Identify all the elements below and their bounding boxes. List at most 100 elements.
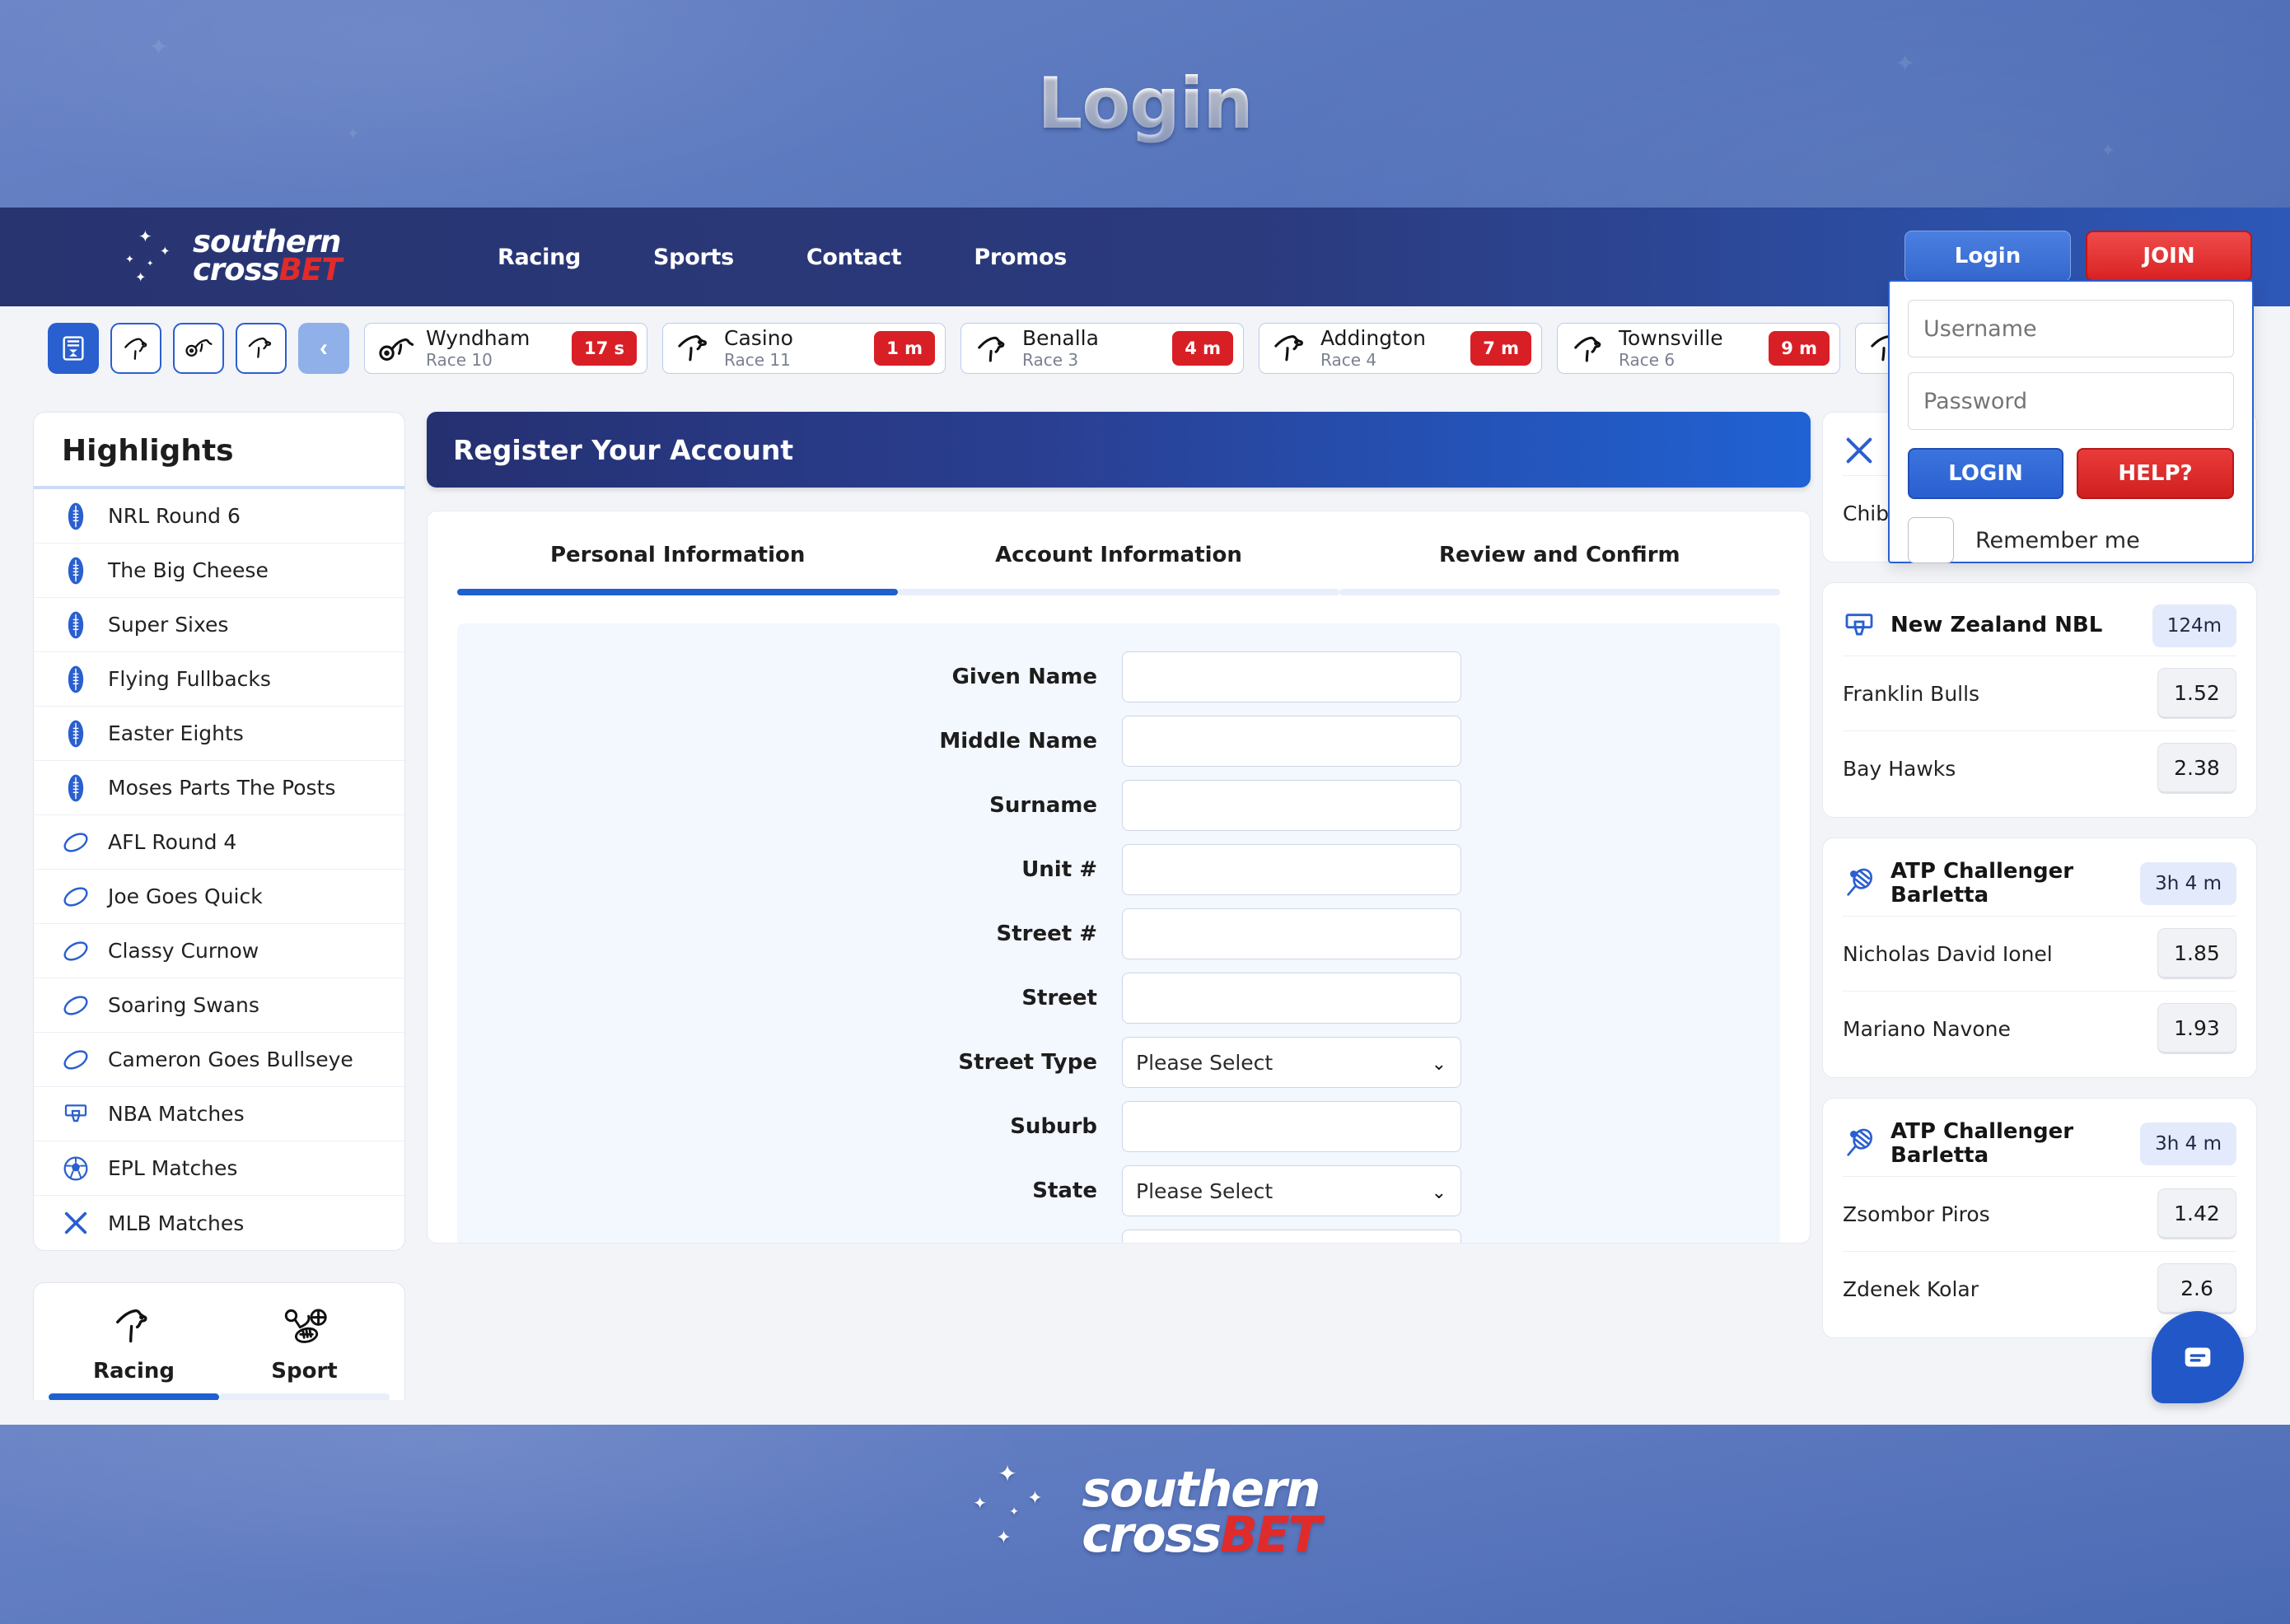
field-label: Middle Name [939, 729, 1097, 754]
highlights-item[interactable]: Flying Fullbacks [34, 652, 404, 707]
odds-card-time: 3h 4 m [2140, 862, 2236, 906]
nav-item-contact[interactable]: Contact [770, 245, 938, 270]
remember-me-checkbox[interactable] [1908, 517, 1954, 563]
race-countdown-badge: 7 m [1470, 331, 1531, 366]
highlights-item[interactable]: MLB Matches [34, 1196, 404, 1250]
sidebar-tab-sport[interactable]: Sport [219, 1301, 390, 1401]
nrl-ball-icon [62, 611, 90, 639]
southern-cross-stars-icon: ✦ ✦ ✦ ✦ ✦ [973, 1461, 1043, 1547]
unit-number-input[interactable] [1122, 844, 1461, 895]
nrl-ball-icon [62, 720, 90, 748]
state-select[interactable]: Please Select [1122, 1165, 1461, 1216]
harness-racing-filter-button[interactable] [173, 323, 224, 374]
odds-price-button[interactable]: 2.38 [2157, 743, 2236, 794]
sidebar-tabs-card: Racing Sport [33, 1282, 405, 1410]
field-row-street-number: Street # [457, 908, 1780, 959]
odds-price-button[interactable]: 2.6 [2157, 1263, 2236, 1315]
highlights-card: Highlights NRL Round 6 The Big Cheese Su… [33, 412, 405, 1251]
race-card[interactable]: Wyndham Race 10 17 s [364, 323, 647, 374]
race-venue: Townsville [1619, 326, 1723, 351]
field-row-suburb: Suburb [457, 1101, 1780, 1152]
horse-head-icon [49, 1301, 219, 1352]
highlights-item[interactable]: Cameron Goes Bullseye [34, 1033, 404, 1087]
highlights-item[interactable]: The Big Cheese [34, 544, 404, 598]
field-label: Street Type [958, 1050, 1097, 1075]
racebook-icon [63, 336, 84, 361]
highlights-item-label: Flying Fullbacks [108, 667, 271, 691]
odds-price-button[interactable]: 1.85 [2157, 928, 2236, 980]
surname-input[interactable] [1122, 780, 1461, 831]
highlights-item[interactable]: Moses Parts The Posts [34, 761, 404, 815]
highlights-item[interactable]: NBA Matches [34, 1087, 404, 1141]
odds-row: Bay Hawks 2.38 [1843, 730, 2236, 805]
login-dropdown-panel: LOGIN HELP? Remember me [1888, 280, 2254, 563]
odds-price-button[interactable]: 1.42 [2157, 1188, 2236, 1240]
step-account-information[interactable]: Account Information [898, 543, 1339, 595]
highlights-item-label: Cameron Goes Bullseye [108, 1048, 353, 1071]
chat-support-button[interactable] [2152, 1311, 2244, 1403]
highlights-item[interactable]: Super Sixes [34, 598, 404, 652]
highlights-item[interactable]: Soaring Swans [34, 978, 404, 1033]
field-row-unit-number: Unit # [457, 844, 1780, 895]
middle-name-input[interactable] [1122, 716, 1461, 767]
password-input[interactable] [1908, 372, 2234, 430]
field-row-given-name: Given Name [457, 651, 1780, 702]
tennis-racquet-icon [1843, 867, 1876, 900]
afl-ball-icon [62, 883, 90, 911]
afl-ball-icon [62, 828, 90, 856]
given-name-input[interactable] [1122, 651, 1461, 702]
nav-item-sports[interactable]: Sports [617, 245, 770, 270]
header-join-button[interactable]: JOIN [2086, 231, 2252, 282]
street-input[interactable] [1122, 973, 1461, 1024]
postcode-input[interactable] [1122, 1230, 1461, 1243]
highlights-item[interactable]: Easter Eights [34, 707, 404, 761]
step-personal-information[interactable]: Personal Information [457, 543, 899, 595]
odds-card-title: ATP Challenger Barletta [1890, 859, 2074, 908]
highlights-item[interactable]: AFL Round 4 [34, 815, 404, 870]
site-footer: ✦ ✦ ✦ ✦ ✦ southern crossBET [0, 1425, 2290, 1624]
site-logo[interactable]: ✦ ✦ ✦ ✦ ✦ southern crossBET [124, 226, 342, 285]
highlights-item[interactable]: Classy Curnow [34, 924, 404, 978]
login-popup-buttons: LOGIN HELP? [1908, 448, 2234, 499]
register-form: Given Name Middle Name Surname Unit # St… [457, 623, 1780, 1243]
suburb-input[interactable] [1122, 1101, 1461, 1152]
odds-price-button[interactable]: 1.93 [2157, 1003, 2236, 1055]
help-button[interactable]: HELP? [2077, 448, 2234, 499]
race-strip-prev-button[interactable]: ‹ [298, 323, 349, 374]
nav-item-promos[interactable]: Promos [937, 245, 1103, 270]
odds-row: Franklin Bulls 1.52 [1843, 656, 2236, 730]
nav-item-racing[interactable]: Racing [461, 245, 617, 270]
race-number: Race 3 [1022, 349, 1079, 370]
chat-bubble-icon [2185, 1347, 2211, 1367]
step-review-and-confirm[interactable]: Review and Confirm [1339, 543, 1780, 595]
highlights-item[interactable]: EPL Matches [34, 1141, 404, 1196]
sidebar-tab-racing[interactable]: Racing [49, 1301, 219, 1401]
race-number: Race 10 [426, 349, 493, 370]
race-venue: Addington [1320, 326, 1427, 351]
greyhound-filter-button[interactable] [236, 323, 287, 374]
racebook-icon-button[interactable] [48, 323, 99, 374]
street-number-input[interactable] [1122, 908, 1461, 959]
horse-racing-filter-button[interactable] [110, 323, 161, 374]
decorative-star: ✦ [148, 34, 170, 61]
odds-price-button[interactable]: 1.52 [2157, 668, 2236, 719]
highlights-item[interactable]: Joe Goes Quick [34, 870, 404, 924]
highlights-item[interactable]: NRL Round 6 [34, 489, 404, 544]
race-card[interactable]: Casino Race 11 1 m [662, 323, 946, 374]
footer-logo[interactable]: ✦ ✦ ✦ ✦ ✦ southern crossBET [0, 1459, 2290, 1566]
street-type-select[interactable]: Please Select [1122, 1037, 1461, 1088]
header-login-button[interactable]: Login [1904, 231, 2071, 282]
field-row-postcode: Postcode [457, 1230, 1780, 1243]
race-card[interactable]: Addington Race 4 7 m [1259, 323, 1542, 374]
login-submit-button[interactable]: LOGIN [1908, 448, 2064, 499]
race-countdown-badge: 4 m [1172, 331, 1233, 366]
race-card[interactable]: Benalla Race 3 4 m [960, 323, 1244, 374]
odds-runner-name: Franklin Bulls [1843, 681, 1980, 706]
race-card[interactable]: Townsville Race 6 9 m [1557, 323, 1840, 374]
step-indicator [1339, 589, 1780, 595]
odds-runner-name: Zsombor Piros [1843, 1202, 1990, 1226]
odds-card-header: New Zealand NBL 124m [1843, 590, 2236, 656]
odds-row: Zsombor Piros 1.42 [1843, 1176, 2236, 1251]
race-number: Race 4 [1320, 349, 1377, 370]
username-input[interactable] [1908, 300, 2234, 357]
